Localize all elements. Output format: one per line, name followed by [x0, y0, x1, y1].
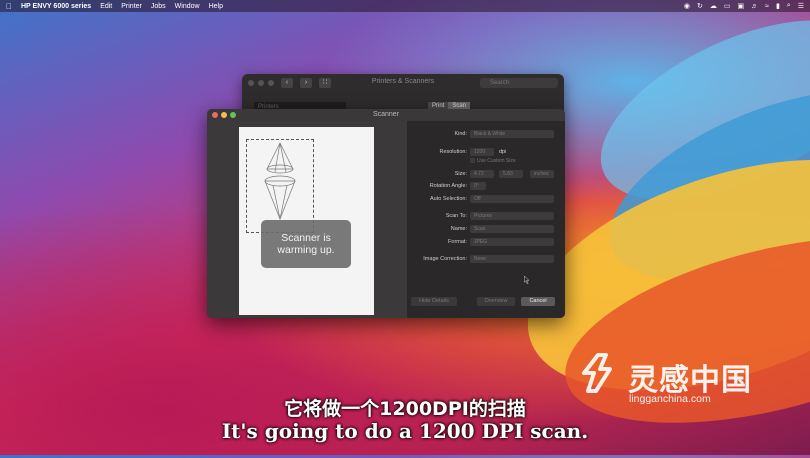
scan-preview-pane: Scanner is warming up. — [207, 121, 407, 318]
cancel-button[interactable]: Cancel — [521, 297, 555, 306]
sync-icon[interactable]: ↻ — [697, 2, 703, 10]
vr-icon[interactable]: ▣ — [737, 2, 744, 10]
control-center-icon[interactable]: ☰ — [798, 2, 804, 10]
size-label: Size: — [454, 171, 467, 177]
menu-jobs[interactable]: Jobs — [151, 3, 166, 10]
name-field[interactable]: Scan — [470, 225, 554, 233]
search-field[interactable]: Search — [480, 78, 558, 88]
status-overlay: Scanner is warming up. — [261, 220, 351, 268]
subtitle-chinese: 它将做一个1200DPI的扫描 — [284, 398, 526, 420]
wifi-icon[interactable]: ≈ — [765, 3, 769, 10]
kind-row: Kind: Black & White — [407, 130, 565, 139]
cloud-icon[interactable]: ☁ — [710, 2, 717, 10]
name-label: Name: — [450, 226, 467, 232]
overview-button[interactable]: Overview — [477, 297, 515, 306]
format-label: Format: — [448, 239, 467, 245]
custom-size-row: Use Custom Size — [407, 158, 565, 167]
window-titlebar: Scanner — [207, 109, 565, 121]
size-row: Size: 4.72 5.83 inches — [407, 170, 565, 179]
size-width-field[interactable]: 4.72 — [470, 170, 494, 178]
menu-window[interactable]: Window — [175, 3, 200, 10]
size-unit-select[interactable]: inches — [530, 170, 554, 178]
status-line-2: warming up. — [277, 244, 335, 256]
rotation-field[interactable]: 0° — [470, 182, 486, 190]
menu-edit[interactable]: Edit — [100, 3, 112, 10]
name-row: Name: Scan — [407, 225, 565, 234]
resolution-label: Resolution: — [439, 149, 467, 155]
image-correction-select[interactable]: None — [470, 255, 554, 263]
app-menu[interactable]: HP ENVY 6000 series — [21, 3, 91, 10]
kind-select[interactable]: Black & White — [470, 130, 554, 138]
auto-selection-select[interactable]: Off — [470, 195, 554, 203]
brand-logo-icon — [582, 353, 612, 393]
menu-bar:  HP ENVY 6000 series Edit Printer Jobs … — [0, 0, 810, 12]
scan-settings-pane: Kind: Black & White Resolution: 1200 dpi… — [407, 121, 565, 318]
battery-icon[interactable]: ▮ — [776, 2, 780, 10]
volume-icon[interactable]: ♬ — [751, 3, 758, 10]
mouse-cursor-icon — [524, 276, 530, 284]
size-height-field[interactable]: 5.83 — [499, 170, 523, 178]
search-icon[interactable]: ⌕ — [787, 2, 791, 10]
crystal-drawing-icon — [264, 142, 296, 220]
menu-printer[interactable]: Printer — [121, 3, 142, 10]
scan-preview-page: Scanner is warming up. — [239, 127, 374, 315]
format-select[interactable]: JPEG — [470, 238, 554, 246]
scanner-window: Scanner Scanner is warming up. Kind: Bla… — [207, 109, 565, 318]
scan-to-select[interactable]: Pictures — [470, 212, 554, 220]
display-icon[interactable]: ▭ — [724, 2, 731, 10]
hide-details-button[interactable]: Hide Details — [411, 297, 457, 306]
scan-to-row: Scan To: Pictures — [407, 212, 565, 221]
menu-help[interactable]: Help — [209, 3, 223, 10]
image-correction-row: Image Correction: None — [407, 255, 565, 264]
camera-icon[interactable]: ◉ — [684, 2, 690, 10]
apple-menu-icon[interactable]:  — [6, 2, 12, 11]
resolution-row: Resolution: 1200 dpi — [407, 148, 565, 157]
auto-selection-label: Auto Selection: — [430, 196, 467, 202]
custom-size-checkbox[interactable]: Use Custom Size — [470, 158, 516, 164]
kind-label: Kind: — [454, 131, 467, 137]
auto-selection-row: Auto Selection: Off — [407, 195, 565, 204]
rotation-label: Rotation Angle: — [429, 183, 467, 189]
status-line-1: Scanner is — [281, 232, 331, 244]
window-title: Scanner — [372, 111, 400, 118]
format-row: Format: JPEG — [407, 238, 565, 247]
resolution-unit: dpi — [499, 149, 507, 155]
subtitle-english: It's going to do a 1200 DPI scan. — [221, 419, 589, 443]
resolution-field[interactable]: 1200 — [470, 148, 494, 156]
status-area: ◉ ↻ ☁ ▭ ▣ ♬ ≈ ▮ ⌕ ☰ — [684, 2, 810, 10]
rotation-row: Rotation Angle: 0° — [407, 182, 565, 191]
scan-to-label: Scan To: — [445, 213, 467, 219]
image-correction-label: Image Correction: — [423, 256, 467, 262]
